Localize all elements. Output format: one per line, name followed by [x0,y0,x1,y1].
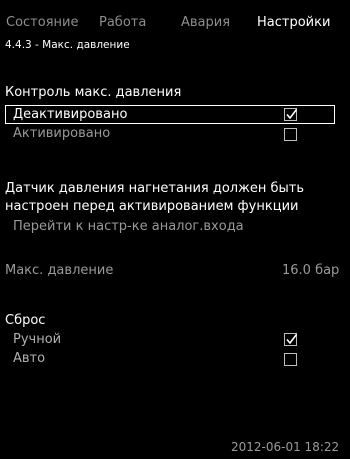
option-activated-label: Активировано [13,126,111,141]
checkmark-icon [286,109,298,120]
max-pressure-control-title: Контроль макс. давления [5,85,182,100]
reset-option-auto[interactable]: Авто [5,349,335,368]
tab-status[interactable]: Состояние [6,15,78,30]
reset-auto-label: Авто [13,351,46,366]
manual-checkbox[interactable] [284,333,298,346]
tab-alarm[interactable]: Авария [181,15,230,30]
tab-operation[interactable]: Работа [99,15,146,30]
reset-manual-label: Ручной [13,332,62,347]
max-pressure-label: Макс. давление [5,263,114,278]
option-deactivated-label: Деактивировано [13,107,128,122]
option-activated[interactable]: Активировано [5,124,335,143]
option-deactivated[interactable]: Деактивировано [5,105,335,124]
reset-title: Сброс [5,313,46,328]
auto-checkbox[interactable] [284,353,297,366]
note-line-1: Датчик давления нагнетания должен быть [5,181,304,196]
reset-option-manual[interactable]: Ручной [5,330,335,349]
breadcrumb: 4.4.3 - Макс. давление [5,39,130,51]
max-pressure-value[interactable]: 16.0 бар [282,263,339,278]
status-datetime: 2012-06-01 18:22 [231,440,340,454]
tab-settings[interactable]: Настройки [257,15,330,30]
checkmark-icon [286,334,298,345]
note-line-2: настроен перед активированием функции [5,199,299,214]
analog-input-settings-link[interactable]: Перейти к настр-ке аналог.входа [13,219,244,234]
activated-checkbox[interactable] [284,128,297,141]
deactivated-checkbox[interactable] [284,108,298,121]
